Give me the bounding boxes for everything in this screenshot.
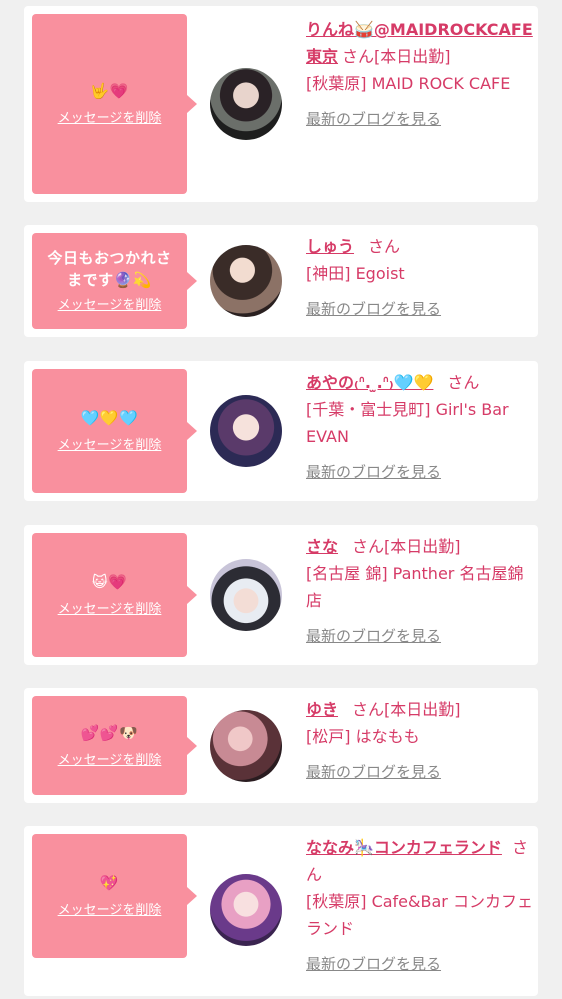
message-bubble: 💕💕🐶 メッセージを削除 <box>32 696 197 795</box>
message-text: 😺💗 <box>91 573 128 591</box>
store-info: [秋葉原] MAID ROCK CAFE <box>306 74 511 93</box>
honorific: さん <box>342 47 375 66</box>
store-info: [秋葉原] Cafe&Bar コンカフェランド <box>306 892 533 938</box>
message-bubble: 今日もおつかれさまです🔮💫 メッセージを削除 <box>32 233 197 329</box>
delete-message-link[interactable]: メッセージを削除 <box>58 437 162 455</box>
working-today-status: [本日出勤] <box>384 537 461 556</box>
store-info: [千葉・富士見町] Girl's Bar EVAN <box>306 400 509 446</box>
avatar[interactable] <box>210 874 282 946</box>
message-bubble: 🤟💗 メッセージを削除 <box>32 14 197 194</box>
store-info: [松戸] はなもも <box>306 727 420 746</box>
message-card: 💕💕🐶 メッセージを削除 ゆき さん[本日出勤] [松戸] はなもも 最新のブログ… <box>24 688 538 803</box>
avatar[interactable] <box>210 710 282 782</box>
avatar[interactable] <box>210 245 282 317</box>
message-card: 🤟💗 メッセージを削除 りんね🥁@MAIDROCKCAFE東京 さん[本日出勤] … <box>24 6 538 202</box>
latest-blog-link[interactable]: 最新のブログを見る <box>306 951 534 978</box>
cast-name-link[interactable]: ゆき <box>306 700 338 719</box>
message-card: 🩵💛🩵 メッセージを削除 あやの₍ᐢ. ̫.ᐢ₎🩵💛 さん [千葉・富士見町] G… <box>24 361 538 501</box>
cast-name-link[interactable]: しゅう <box>306 237 354 256</box>
latest-blog-link[interactable]: 最新のブログを見る <box>306 759 534 786</box>
delete-message-link[interactable]: メッセージを削除 <box>58 601 162 619</box>
working-today-status: [本日出勤] <box>374 47 451 66</box>
message-text: 🤟💗 <box>90 82 129 100</box>
honorific: さん <box>352 537 385 556</box>
latest-blog-link[interactable]: 最新のブログを見る <box>306 623 534 650</box>
message-text: 💕💕🐶 <box>80 723 139 742</box>
working-today-status: [本日出勤] <box>384 700 461 719</box>
avatar[interactable] <box>210 395 282 467</box>
honorific: さん <box>368 237 401 256</box>
latest-blog-link[interactable]: 最新のブログを見る <box>306 296 534 323</box>
cast-name-link[interactable]: さな <box>306 537 338 556</box>
honorific: さん <box>352 700 385 719</box>
message-bubble: 😺💗 メッセージを削除 <box>32 533 197 657</box>
avatar[interactable] <box>210 559 282 631</box>
store-info: [名古屋 錦] Panther 名古屋錦店 <box>306 564 524 610</box>
message-card: 😺💗 メッセージを削除 さな さん[本日出勤] [名古屋 錦] Panther 名… <box>24 525 538 665</box>
message-text: 今日もおつかれさまです🔮💫 <box>47 249 172 289</box>
message-text: 🩵💛🩵 <box>80 409 139 427</box>
latest-blog-link[interactable]: 最新のブログを見る <box>306 106 534 133</box>
delete-message-link[interactable]: メッセージを削除 <box>58 752 162 770</box>
store-info: [神田] Egoist <box>306 264 405 283</box>
latest-blog-link[interactable]: 最新のブログを見る <box>306 459 534 486</box>
message-card: 今日もおつかれさまです🔮💫 メッセージを削除 しゅう さん [神田] Egoist… <box>24 225 538 337</box>
cast-name-link[interactable]: あやの₍ᐢ. ̫.ᐢ₎🩵💛 <box>306 373 433 392</box>
delete-message-link[interactable]: メッセージを削除 <box>58 297 162 315</box>
delete-message-link[interactable]: メッセージを削除 <box>58 110 162 128</box>
message-card: 💖 メッセージを削除 ななみ🎠コンカフェランド さん [秋葉原] Cafe&Bar… <box>24 826 538 996</box>
avatar[interactable] <box>210 68 282 140</box>
message-bubble: 🩵💛🩵 メッセージを削除 <box>32 369 197 493</box>
message-text: 💖 <box>99 874 120 892</box>
delete-message-link[interactable]: メッセージを削除 <box>58 902 162 920</box>
cast-name-link[interactable]: ななみ🎠コンカフェランド <box>306 838 502 857</box>
honorific: さん <box>447 373 480 392</box>
message-bubble: 💖 メッセージを削除 <box>32 834 197 958</box>
